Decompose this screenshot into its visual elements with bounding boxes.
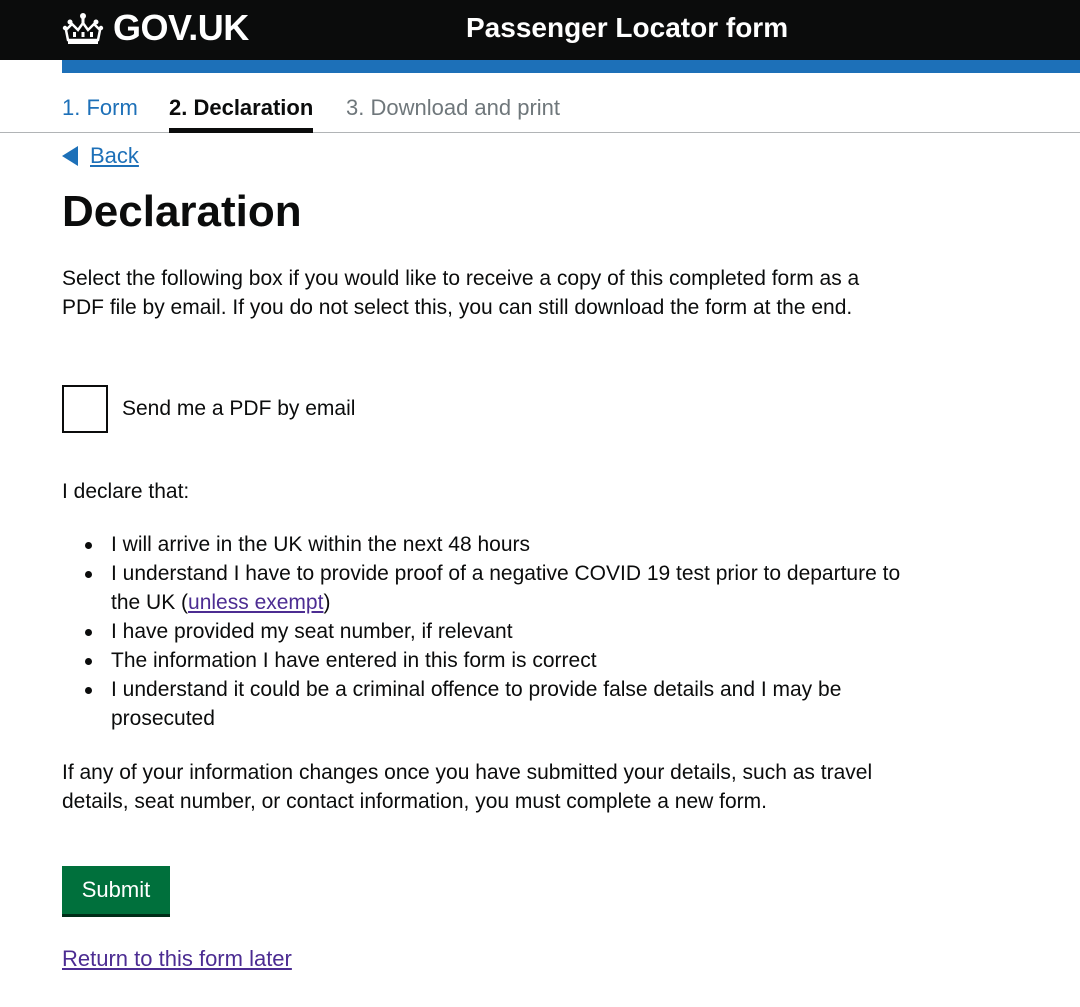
- declare-heading: I declare that:: [62, 480, 190, 503]
- back-link[interactable]: Back: [90, 143, 139, 169]
- unless-exempt-link[interactable]: unless exempt: [188, 591, 323, 614]
- pdf-email-checkbox-row[interactable]: Send me a PDF by email: [62, 385, 355, 433]
- intro-text: Select the following box if you would li…: [62, 267, 860, 319]
- crown-icon: [62, 13, 104, 44]
- govuk-logo-text[interactable]: GOV.UK: [113, 7, 249, 49]
- declaration-item: I understand it could be a criminal offe…: [62, 675, 902, 733]
- declaration-item: I understand I have to provide proof of …: [62, 559, 902, 617]
- pdf-email-checkbox-label[interactable]: Send me a PDF by email: [122, 397, 355, 421]
- declaration-item: I have provided my seat number, if relev…: [62, 617, 902, 646]
- header-blue-bar: [62, 60, 1080, 73]
- declaration-item: I will arrive in the UK within the next …: [62, 530, 902, 559]
- declaration-item: The information I have entered in this f…: [62, 646, 902, 675]
- changes-notice: If any of your information changes once …: [62, 761, 873, 813]
- triangle-left-icon: [62, 146, 78, 166]
- declaration-list: I will arrive in the UK within the next …: [62, 530, 902, 733]
- step-navigation: 1. Form 2. Declaration 3. Download and p…: [0, 73, 1080, 133]
- back-link-container[interactable]: Back: [62, 141, 139, 171]
- step-form-link[interactable]: 1. Form: [62, 94, 138, 122]
- page-title: Declaration: [62, 187, 302, 236]
- service-name[interactable]: Passenger Locator form: [466, 12, 788, 44]
- pdf-email-checkbox[interactable]: [62, 385, 108, 433]
- step-declaration-current: 2. Declaration: [169, 94, 314, 133]
- submit-button[interactable]: Submit: [62, 866, 170, 914]
- step-download-and-print: 3. Download and print: [346, 95, 561, 120]
- return-later-link[interactable]: Return to this form later: [62, 946, 292, 972]
- site-header: GOV.UK Passenger Locator form: [0, 0, 1080, 60]
- declaration-text: ): [323, 591, 331, 614]
